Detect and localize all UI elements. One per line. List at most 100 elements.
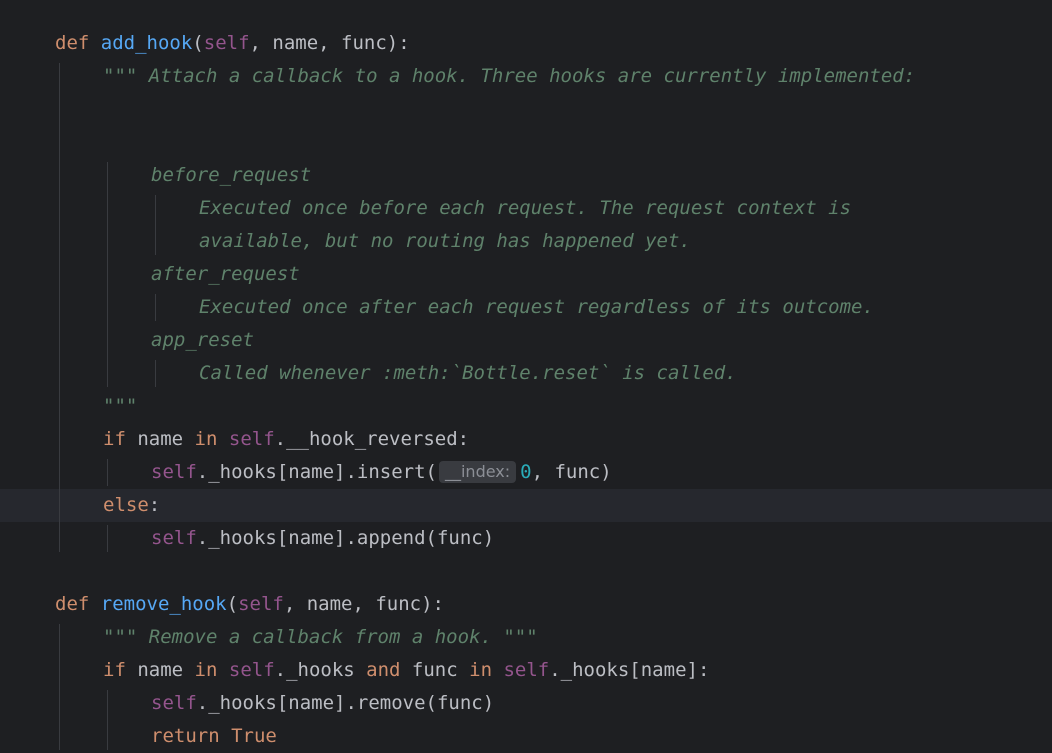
code-editor[interactable]: def add_hook(self, name, func): """ Attac… [0, 0, 1052, 750]
code-line[interactable] [0, 93, 1052, 126]
code-line[interactable]: before_request [0, 159, 1052, 192]
code-line[interactable]: """ [0, 390, 1052, 423]
code-token: app_reset [151, 329, 254, 351]
code-token: available, but no routing has happened y… [199, 230, 691, 252]
code-token: func [400, 659, 470, 681]
code-text: Executed once after each request regardl… [199, 291, 874, 324]
code-text: available, but no routing has happened y… [199, 225, 691, 258]
code-line[interactable]: def add_hook(self, name, func): [0, 27, 1052, 60]
indent-guide [155, 360, 156, 387]
code-text: app_reset [151, 324, 254, 357]
code-token: 0 [520, 461, 532, 483]
code-line[interactable]: app_reset [0, 324, 1052, 357]
code-token: : [148, 494, 161, 516]
code-text: def add_hook(self, name, func): [55, 27, 410, 60]
code-line[interactable]: """ Remove a callback from a hook. """ [0, 621, 1052, 654]
code-line[interactable]: if name in self._hooks and func in self.… [0, 654, 1052, 687]
code-line[interactable]: Called whenever :meth:`Bottle.reset` is … [0, 357, 1052, 390]
code-token: in [469, 659, 493, 681]
indent-guide [155, 294, 156, 321]
code-token: ._hooks[name].insert( [196, 461, 437, 483]
code-line[interactable] [0, 555, 1052, 588]
code-text: def remove_hook(self, name, func): [55, 588, 444, 621]
code-token: self [238, 593, 284, 615]
code-token: add_hook [100, 32, 193, 54]
code-line[interactable]: self._hooks[name].append(func) [0, 522, 1052, 555]
code-line[interactable]: else: [0, 489, 1052, 522]
code-token: in [194, 428, 218, 450]
code-token: Called whenever :meth:`Bottle.reset` is … [199, 362, 737, 384]
indent-guide [107, 525, 108, 552]
code-token: self [151, 461, 197, 483]
code-token: self [151, 692, 197, 714]
code-token: and [366, 659, 401, 681]
code-token: def [55, 32, 90, 54]
code-text: before_request [151, 159, 311, 192]
code-text: """ Attach a callback to a hook. Three h… [103, 60, 915, 93]
code-token: ._hooks[name].remove(func) [196, 692, 495, 714]
code-token: after_request [151, 263, 300, 285]
code-token: return [151, 725, 220, 747]
code-line[interactable]: """ Attach a callback to a hook. Three h… [0, 60, 1052, 93]
code-text: self._hooks[name].remove(func) [151, 687, 494, 720]
code-text: after_request [151, 258, 300, 291]
code-line[interactable] [0, 126, 1052, 159]
code-token: , func) [531, 461, 612, 483]
code-line[interactable]: after_request [0, 258, 1052, 291]
code-token: Executed once after each request regardl… [199, 296, 874, 318]
code-token: , name, func): [249, 32, 410, 54]
code-text: Called whenever :meth:`Bottle.reset` is … [199, 357, 737, 390]
code-line[interactable]: available, but no routing has happened y… [0, 225, 1052, 258]
code-token: ( [226, 593, 239, 615]
code-token: .__hook_reversed: [274, 428, 470, 450]
code-token: """ [103, 395, 138, 417]
code-text: self._hooks[name].insert(__index: 0, func… [151, 456, 612, 489]
code-token: if [103, 428, 126, 450]
code-token: remove_hook [100, 593, 227, 615]
code-token: True [231, 725, 277, 747]
code-token: if [103, 659, 126, 681]
code-token: ( [192, 32, 204, 54]
code-line[interactable]: def remove_hook(self, name, func): [0, 588, 1052, 621]
code-token: ._hooks [274, 659, 367, 681]
code-text: """ Remove a callback from a hook. """ [103, 621, 538, 654]
code-token: self [203, 32, 250, 54]
indent-guide [155, 195, 156, 255]
code-token: , name, func): [283, 593, 444, 615]
code-token: def [55, 593, 90, 615]
code-line[interactable]: return True [0, 720, 1052, 753]
code-token: else [103, 494, 149, 516]
code-line[interactable]: self._hooks[name].insert(__index: 0, func… [0, 456, 1052, 489]
indent-guide [107, 690, 108, 750]
code-token: before_request [151, 164, 312, 186]
code-text: Executed once before each request. The r… [199, 192, 851, 225]
code-token: name [125, 428, 195, 450]
code-token: ._hooks[name].append(func) [196, 527, 495, 549]
code-token: self [228, 659, 275, 681]
code-text: if name in self._hooks and func in self.… [103, 654, 709, 687]
code-text: """ [103, 390, 137, 423]
code-line[interactable]: Executed once before each request. The r… [0, 192, 1052, 225]
code-token: name [125, 659, 195, 681]
parameter-hint: __index: [438, 461, 517, 483]
code-text: self._hooks[name].append(func) [151, 522, 494, 555]
code-line[interactable]: Executed once after each request regardl… [0, 291, 1052, 324]
code-line[interactable]: if name in self.__hook_reversed: [0, 423, 1052, 456]
code-token: Executed once before each request. The r… [199, 197, 852, 219]
code-text: return True [151, 720, 277, 753]
code-token: """ Remove a callback from a hook. """ [103, 626, 538, 648]
code-line[interactable]: self._hooks[name].remove(func) [0, 687, 1052, 720]
code-token: self [503, 659, 550, 681]
indent-guide [59, 624, 60, 750]
code-token: ._hooks[name]: [549, 659, 710, 681]
code-token: self [151, 527, 197, 549]
indent-guide [59, 63, 60, 552]
code-token: """ Attach a callback to a hook. Three h… [103, 65, 916, 87]
code-text: if name in self.__hook_reversed: [103, 423, 469, 456]
